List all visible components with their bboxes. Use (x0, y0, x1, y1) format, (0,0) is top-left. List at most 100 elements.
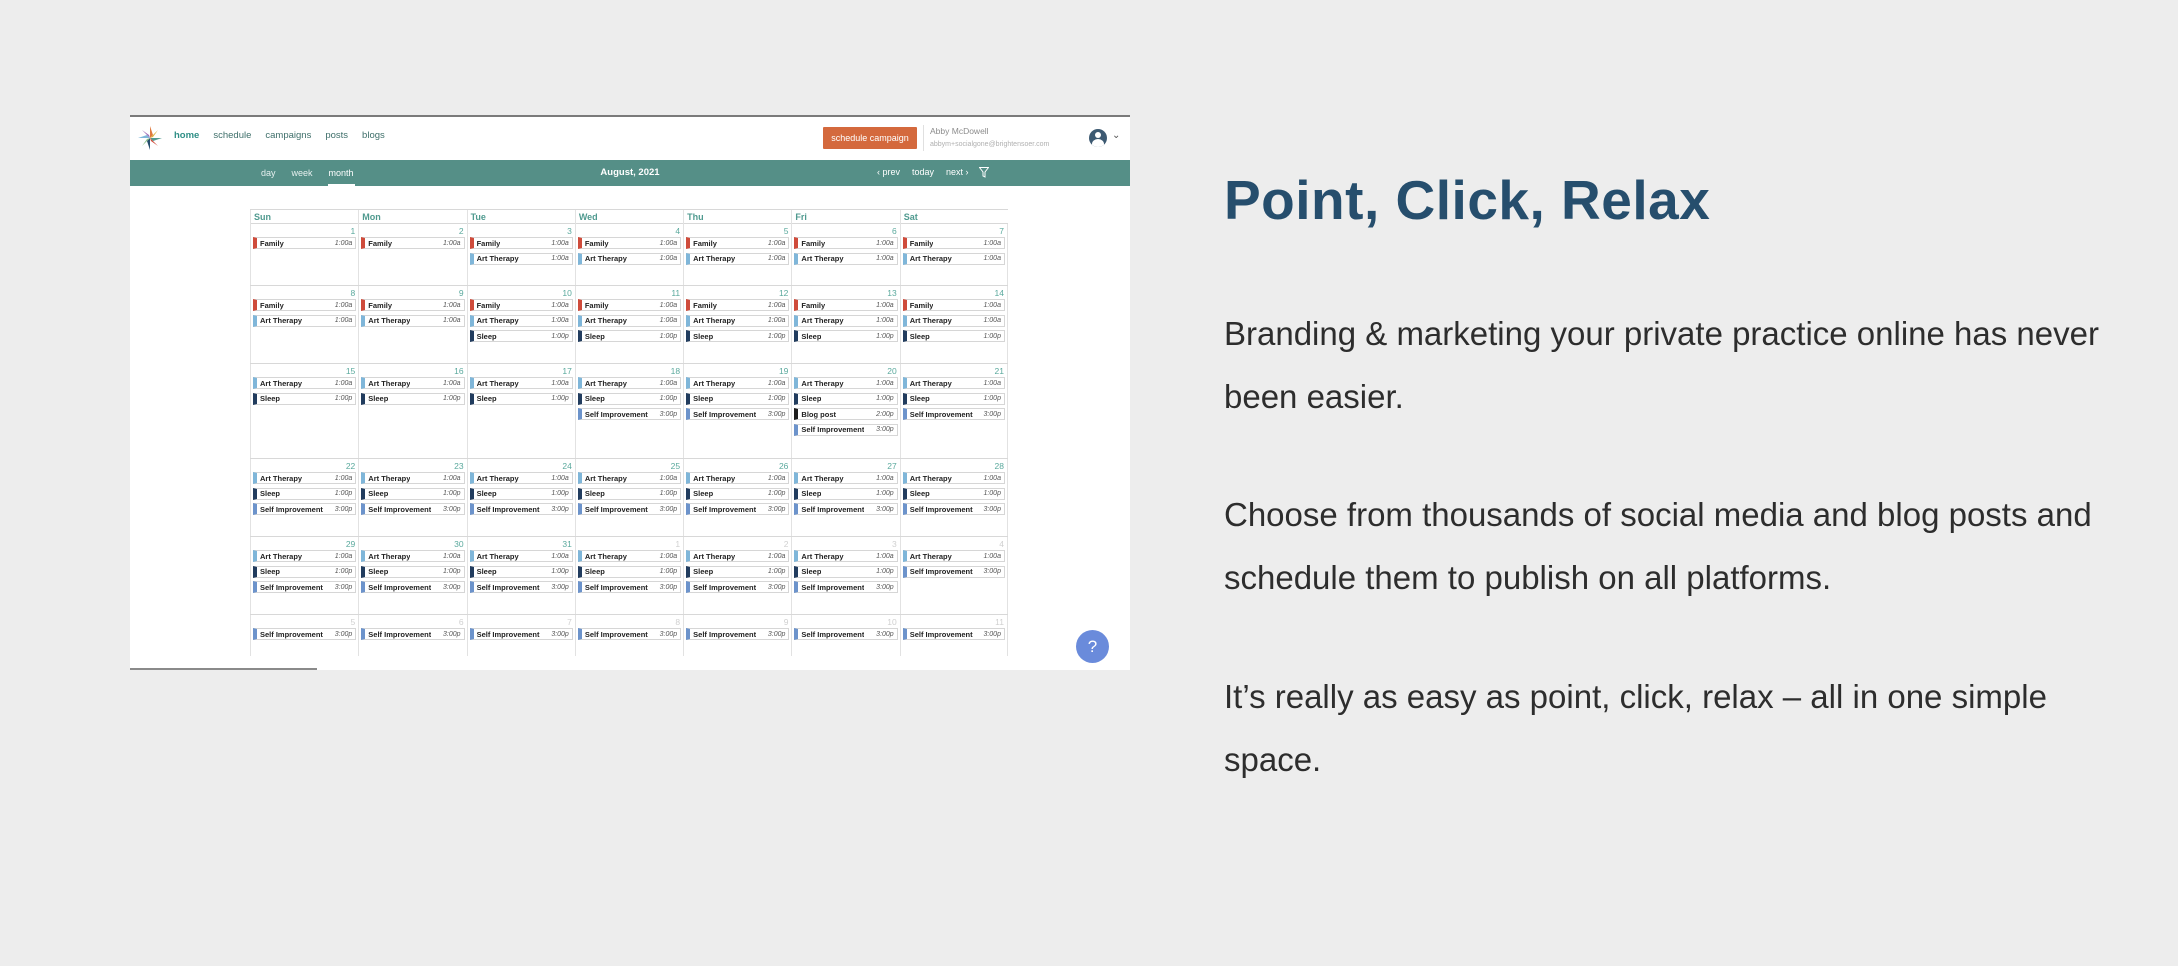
calendar-event[interactable]: Self Improvement 3:00p (577, 628, 682, 640)
calendar-event[interactable]: Family 1:00a (253, 299, 357, 311)
calendar-event[interactable]: Self Improvement 3:00p (577, 408, 682, 421)
calendar-event[interactable]: Self Improvement 3:00p (361, 503, 465, 516)
calendar-event[interactable]: Art Therapy 1:00a (253, 550, 357, 562)
filter-icon[interactable] (979, 167, 989, 178)
day-cell[interactable]: 11 Self Improvement 3:00p (899, 615, 1008, 656)
day-cell[interactable]: 6 Family 1:00a Art Therapy 1:00a (791, 224, 899, 285)
calendar-event[interactable]: Art Therapy 1:00a (361, 550, 465, 562)
calendar-event[interactable]: Sleep 1:00p (361, 487, 465, 500)
calendar-event[interactable]: Self Improvement 3:00p (469, 628, 573, 640)
calendar-event[interactable]: Sleep 1:00p (469, 330, 573, 343)
day-cell[interactable]: 3 Art Therapy 1:00a Sleep 1:00p Self Improvem… (791, 537, 899, 614)
day-cell[interactable]: 2 Family 1:00a (358, 224, 466, 285)
nav-blogs[interactable]: blogs (362, 130, 385, 141)
calendar-event[interactable]: Sleep 1:00p (577, 392, 682, 405)
nav-schedule[interactable]: schedule (213, 130, 251, 141)
day-cell[interactable]: 21 Art Therapy 1:00a Sleep 1:00p Self Improve… (899, 364, 1008, 458)
day-cell[interactable]: 10 Self Improvement 3:00p (791, 615, 899, 656)
calendar-event[interactable]: Sleep 1:00p (361, 392, 465, 405)
calendar-event[interactable]: Self Improvement 3:00p (686, 503, 790, 516)
calendar-event[interactable]: Art Therapy 1:00a (794, 550, 898, 562)
calendar-event[interactable]: Sleep 1:00p (686, 487, 790, 500)
calendar-event[interactable]: Sleep 1:00p (686, 392, 790, 405)
calendar-event[interactable]: Sleep 1:00p (577, 565, 682, 578)
calendar-event[interactable]: Self Improvement 3:00p (469, 581, 573, 594)
calendar-event[interactable]: Art Therapy 1:00a (469, 252, 573, 265)
calendar-event[interactable]: Art Therapy 1:00a (686, 377, 790, 389)
calendar-event[interactable]: Self Improvement 3:00p (361, 581, 465, 594)
calendar-event[interactable]: Family 1:00a (902, 299, 1005, 311)
calendar-event[interactable]: Self Improvement 3:00p (902, 565, 1005, 578)
calendar-event[interactable]: Family 1:00a (794, 237, 898, 249)
calendar-event[interactable]: Self Improvement 3:00p (794, 581, 898, 594)
calendar-event[interactable]: Art Therapy 1:00a (361, 472, 465, 484)
calendar-event[interactable]: Self Improvement 3:00p (794, 628, 898, 640)
calendar-event[interactable]: Art Therapy 1:00a (794, 252, 898, 265)
calendar-event[interactable]: Family 1:00a (686, 237, 790, 249)
day-cell[interactable]: 8 Family 1:00a Art Therapy 1:00a (250, 286, 358, 363)
calendar-event[interactable]: Sleep 1:00p (794, 487, 898, 500)
calendar-event[interactable]: Sleep 1:00p (577, 487, 682, 500)
day-cell[interactable]: 10 Family 1:00a Art Therapy 1:00a Sleep 1:00p (466, 286, 575, 363)
calendar-event[interactable]: Self Improvement 3:00p (253, 581, 357, 594)
day-cell[interactable]: 14 Family 1:00a Art Therapy 1:00a Sleep 1:00p (899, 286, 1008, 363)
day-cell[interactable]: 26 Art Therapy 1:00a Sleep 1:00p Self Improve… (683, 459, 791, 536)
day-cell[interactable]: 2 Art Therapy 1:00a Sleep 1:00p Self Improvem… (683, 537, 791, 614)
day-cell[interactable]: 3 Family 1:00a Art Therapy 1:00a (466, 224, 575, 285)
day-cell[interactable]: 17 Art Therapy 1:00a Sleep 1:00p (466, 364, 575, 458)
next-button[interactable]: next › (946, 167, 969, 177)
calendar-event[interactable]: Art Therapy 1:00a (902, 314, 1005, 327)
day-cell[interactable]: 11 Family 1:00a Art Therapy 1:00a Sleep 1:00p (574, 286, 683, 363)
calendar-event[interactable]: Art Therapy 1:00a (794, 377, 898, 389)
calendar-event[interactable]: Family 1:00a (794, 299, 898, 311)
calendar-event[interactable]: Art Therapy 1:00a (253, 377, 357, 389)
calendar-event[interactable]: Art Therapy 1:00a (902, 550, 1005, 562)
calendar-event[interactable]: Art Therapy 1:00a (469, 314, 573, 327)
nav-campaigns[interactable]: campaigns (265, 130, 311, 141)
day-cell[interactable]: 20 Art Therapy 1:00a Sleep 1:00p Blog post 2:0… (791, 364, 899, 458)
calendar-event[interactable]: Family 1:00a (469, 237, 573, 249)
calendar-event[interactable]: Art Therapy 1:00a (902, 252, 1005, 265)
day-cell[interactable]: 1 Family 1:00a (250, 224, 358, 285)
calendar-event[interactable]: Art Therapy 1:00a (794, 472, 898, 484)
calendar-event[interactable]: Art Therapy 1:00a (686, 472, 790, 484)
calendar-event[interactable]: Sleep 1:00p (253, 487, 357, 500)
calendar-event[interactable]: Family 1:00a (577, 237, 682, 249)
day-cell[interactable]: 5 Family 1:00a Art Therapy 1:00a (683, 224, 791, 285)
calendar-event[interactable]: Family 1:00a (686, 299, 790, 311)
calendar-event[interactable]: Self Improvement 3:00p (686, 628, 790, 640)
avatar[interactable] (1089, 129, 1107, 147)
calendar-event[interactable]: Self Improvement 3:00p (794, 423, 898, 436)
calendar-event[interactable]: Self Improvement 3:00p (577, 503, 682, 516)
calendar-event[interactable]: Family 1:00a (902, 237, 1005, 249)
calendar-event[interactable]: Family 1:00a (469, 299, 573, 311)
calendar-event[interactable]: Family 1:00a (253, 237, 357, 249)
calendar-event[interactable]: Art Therapy 1:00a (686, 252, 790, 265)
calendar-event[interactable]: Art Therapy 1:00a (794, 314, 898, 327)
day-cell[interactable]: 9 Family 1:00a Art Therapy 1:00a (358, 286, 466, 363)
calendar-event[interactable]: Art Therapy 1:00a (577, 252, 682, 265)
calendar-event[interactable]: Art Therapy 1:00a (469, 377, 573, 389)
brand-logo-icon[interactable] (136, 124, 164, 152)
day-cell[interactable]: 19 Art Therapy 1:00a Sleep 1:00p Self Improve… (683, 364, 791, 458)
day-cell[interactable]: 4 Family 1:00a Art Therapy 1:00a (574, 224, 683, 285)
nav-posts[interactable]: posts (325, 130, 348, 141)
calendar-event[interactable]: Sleep 1:00p (902, 487, 1005, 500)
calendar-event[interactable]: Self Improvement 3:00p (794, 503, 898, 516)
chevron-down-icon[interactable]: ⌄ (1112, 130, 1120, 141)
calendar-event[interactable]: Art Therapy 1:00a (902, 472, 1005, 484)
calendar-event[interactable]: Sleep 1:00p (686, 330, 790, 343)
day-cell[interactable]: 24 Art Therapy 1:00a Sleep 1:00p Self Improve… (466, 459, 575, 536)
calendar-event[interactable]: Self Improvement 3:00p (902, 628, 1005, 640)
calendar-event[interactable]: Self Improvement 3:00p (253, 628, 357, 640)
day-cell[interactable]: 7 Family 1:00a Art Therapy 1:00a (899, 224, 1008, 285)
day-cell[interactable]: 29 Art Therapy 1:00a Sleep 1:00p Self Improve… (250, 537, 358, 614)
calendar-event[interactable]: Sleep 1:00p (361, 565, 465, 578)
calendar-event[interactable]: Art Therapy 1:00a (577, 314, 682, 327)
calendar-event[interactable]: Sleep 1:00p (686, 565, 790, 578)
calendar-event[interactable]: Art Therapy 1:00a (253, 472, 357, 484)
today-button[interactable]: today (912, 167, 934, 177)
day-cell[interactable]: 22 Art Therapy 1:00a Sleep 1:00p Self Improve… (250, 459, 358, 536)
day-cell[interactable]: 25 Art Therapy 1:00a Sleep 1:00p Self Improve… (574, 459, 683, 536)
calendar-event[interactable]: Art Therapy 1:00a (686, 314, 790, 327)
